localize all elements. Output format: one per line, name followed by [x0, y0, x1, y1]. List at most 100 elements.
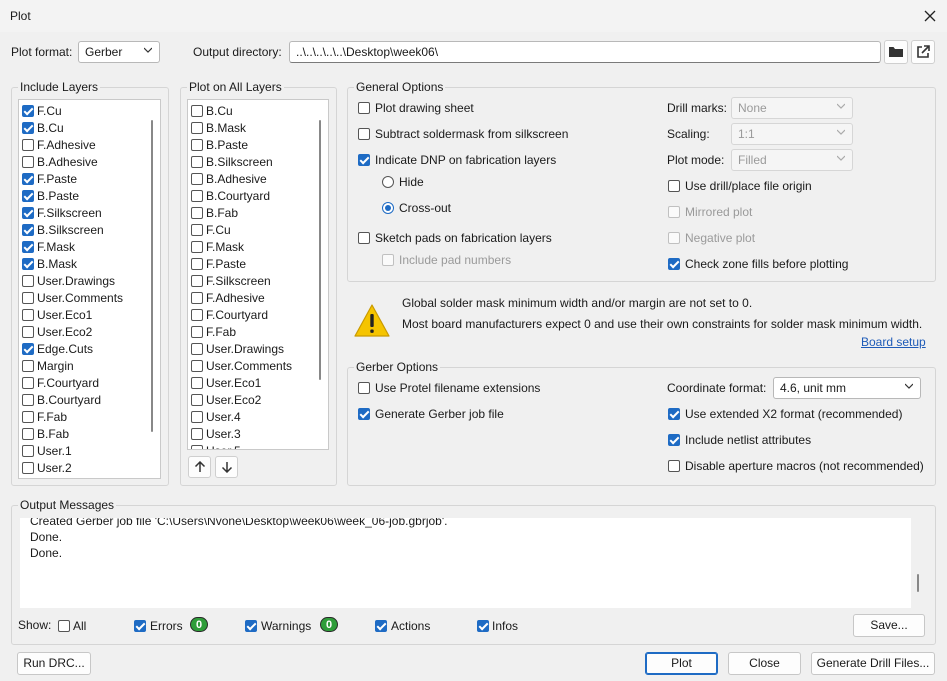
run-drc-button[interactable]: Run DRC... — [17, 652, 91, 675]
plot-all-layer-row[interactable]: User.5 — [191, 442, 241, 449]
filter-infos-option[interactable]: Infos — [477, 617, 518, 635]
include-layer-checkbox[interactable] — [22, 461, 34, 474]
x2-format-option[interactable]: Use extended X2 format (recommended) — [668, 405, 902, 423]
include-layer-checkbox[interactable] — [22, 308, 34, 321]
protel-extensions-checkbox[interactable] — [358, 382, 370, 394]
filter-all-option[interactable]: All — [58, 617, 86, 635]
include-layer-row[interactable]: B.Fab — [22, 425, 69, 442]
plot-all-layer-row[interactable]: B.Cu — [191, 102, 233, 119]
plot-all-layer-row[interactable]: User.Eco2 — [191, 391, 261, 408]
plot-all-layer-checkbox[interactable] — [191, 172, 203, 185]
include-layer-row[interactable]: User.Drawings — [22, 272, 115, 289]
include-layer-checkbox[interactable] — [22, 155, 34, 168]
plot-all-layer-row[interactable]: User.Drawings — [191, 340, 284, 357]
plot-all-layer-checkbox[interactable] — [191, 291, 203, 304]
include-layer-checkbox[interactable] — [22, 359, 34, 372]
disable-aperture-option[interactable]: Disable aperture macros (not recommended… — [668, 457, 924, 475]
plot-all-layer-row[interactable]: F.Mask — [191, 238, 244, 255]
plot-all-layer-row[interactable]: B.Paste — [191, 136, 248, 153]
plot-all-layer-row[interactable]: F.Adhesive — [191, 289, 265, 306]
plot-all-layer-checkbox[interactable] — [191, 444, 203, 449]
include-layer-checkbox[interactable] — [22, 393, 34, 406]
plot-all-layer-row[interactable]: F.Fab — [191, 323, 236, 340]
browse-folder-button[interactable] — [884, 40, 908, 64]
plot-all-layer-row[interactable]: F.Courtyard — [191, 306, 268, 323]
filter-all-checkbox[interactable] — [58, 620, 70, 632]
include-layer-row[interactable]: User.Eco1 — [22, 306, 92, 323]
check-zone-fills-option[interactable]: Check zone fills before plotting — [668, 255, 848, 273]
plot-all-layer-row[interactable]: B.Silkscreen — [191, 153, 273, 170]
plot-all-layer-checkbox[interactable] — [191, 121, 203, 134]
filter-actions-checkbox[interactable] — [375, 620, 387, 632]
include-layer-checkbox[interactable] — [22, 189, 34, 202]
plot-all-layer-row[interactable]: User.Comments — [191, 357, 292, 374]
include-layer-checkbox[interactable] — [22, 223, 34, 236]
plot-format-select[interactable]: Gerber — [78, 41, 160, 63]
include-layer-checkbox[interactable] — [22, 206, 34, 219]
subtract-soldermask-option[interactable]: Subtract soldermask from silkscreen — [358, 125, 568, 143]
include-layer-checkbox[interactable] — [22, 172, 34, 185]
use-drill-origin-checkbox[interactable] — [668, 180, 680, 192]
include-layer-checkbox[interactable] — [22, 240, 34, 253]
dnp-crossout-radio[interactable] — [382, 202, 394, 214]
netlist-attributes-option[interactable]: Include netlist attributes — [668, 431, 811, 449]
include-layer-row[interactable]: User.1 — [22, 442, 72, 459]
plot-all-layer-checkbox[interactable] — [191, 104, 203, 117]
plot-all-layer-checkbox[interactable] — [191, 206, 203, 219]
plot-drawing-sheet-checkbox[interactable] — [358, 102, 370, 114]
open-directory-button[interactable] — [911, 40, 935, 64]
filter-warnings-checkbox[interactable] — [245, 620, 257, 632]
plot-all-layer-checkbox[interactable] — [191, 342, 203, 355]
include-layer-row[interactable]: F.Mask — [22, 238, 75, 255]
plot-all-layer-row[interactable]: B.Adhesive — [191, 170, 267, 187]
include-layer-checkbox[interactable] — [22, 325, 34, 338]
plot-all-layer-checkbox[interactable] — [191, 427, 203, 440]
plot-all-layer-checkbox[interactable] — [191, 155, 203, 168]
x2-format-checkbox[interactable] — [668, 408, 680, 420]
include-layer-row[interactable]: User.Eco2 — [22, 323, 92, 340]
indicate-dnp-option[interactable]: Indicate DNP on fabrication layers — [358, 151, 556, 169]
output-directory-input[interactable]: ..\..\..\..\..\Desktop\week06\ — [289, 41, 881, 63]
output-log-scrollbar[interactable] — [917, 574, 919, 592]
plot-all-layer-row[interactable]: B.Courtyard — [191, 187, 270, 204]
plot-all-layers-scrollbar[interactable] — [319, 120, 321, 380]
plot-all-layer-row[interactable]: User.Eco1 — [191, 374, 261, 391]
include-layer-row[interactable]: F.Silkscreen — [22, 204, 102, 221]
check-zone-fills-checkbox[interactable] — [668, 258, 680, 270]
move-down-button[interactable] — [215, 456, 238, 478]
subtract-soldermask-checkbox[interactable] — [358, 128, 370, 140]
disable-aperture-checkbox[interactable] — [668, 460, 680, 472]
plot-drawing-sheet-option[interactable]: Plot drawing sheet — [358, 99, 474, 117]
use-drill-origin-option[interactable]: Use drill/place file origin — [668, 177, 812, 195]
close-button[interactable]: Close — [728, 652, 801, 675]
include-layer-row[interactable]: B.Courtyard — [22, 391, 101, 408]
include-layer-row[interactable]: User.2 — [22, 459, 72, 476]
include-layer-row[interactable]: F.Fab — [22, 408, 67, 425]
filter-errors-checkbox[interactable] — [134, 620, 146, 632]
filter-infos-checkbox[interactable] — [477, 620, 489, 632]
filter-actions-option[interactable]: Actions — [375, 617, 430, 635]
include-layer-checkbox[interactable] — [22, 138, 34, 151]
include-layer-checkbox[interactable] — [22, 291, 34, 304]
gerber-job-file-checkbox[interactable] — [358, 408, 370, 420]
board-setup-link[interactable]: Board setup — [861, 335, 926, 349]
close-window-button[interactable] — [919, 5, 941, 27]
sketch-pads-option[interactable]: Sketch pads on fabrication layers — [358, 229, 552, 247]
sketch-pads-checkbox[interactable] — [358, 232, 370, 244]
include-layer-checkbox[interactable] — [22, 257, 34, 270]
gerber-job-file-option[interactable]: Generate Gerber job file — [358, 405, 504, 423]
dnp-crossout-option[interactable]: Cross-out — [382, 199, 451, 217]
include-layer-row[interactable]: Edge.Cuts — [22, 340, 93, 357]
include-layer-row[interactable]: F.Cu — [22, 102, 62, 119]
plot-all-layer-row[interactable]: F.Silkscreen — [191, 272, 271, 289]
include-layer-checkbox[interactable] — [22, 444, 34, 457]
include-layer-checkbox[interactable] — [22, 376, 34, 389]
plot-all-layer-checkbox[interactable] — [191, 223, 203, 236]
plot-all-layer-row[interactable]: B.Fab — [191, 204, 238, 221]
plot-all-layer-checkbox[interactable] — [191, 410, 203, 423]
include-layer-row[interactable]: B.Paste — [22, 187, 79, 204]
plot-all-layer-row[interactable]: F.Cu — [191, 221, 231, 238]
move-up-button[interactable] — [188, 456, 211, 478]
save-button[interactable]: Save... — [853, 614, 925, 637]
plot-all-layers-list[interactable]: B.Cu B.Mask B.Paste B.Silkscreen B.Adhesive B… — [187, 99, 329, 450]
